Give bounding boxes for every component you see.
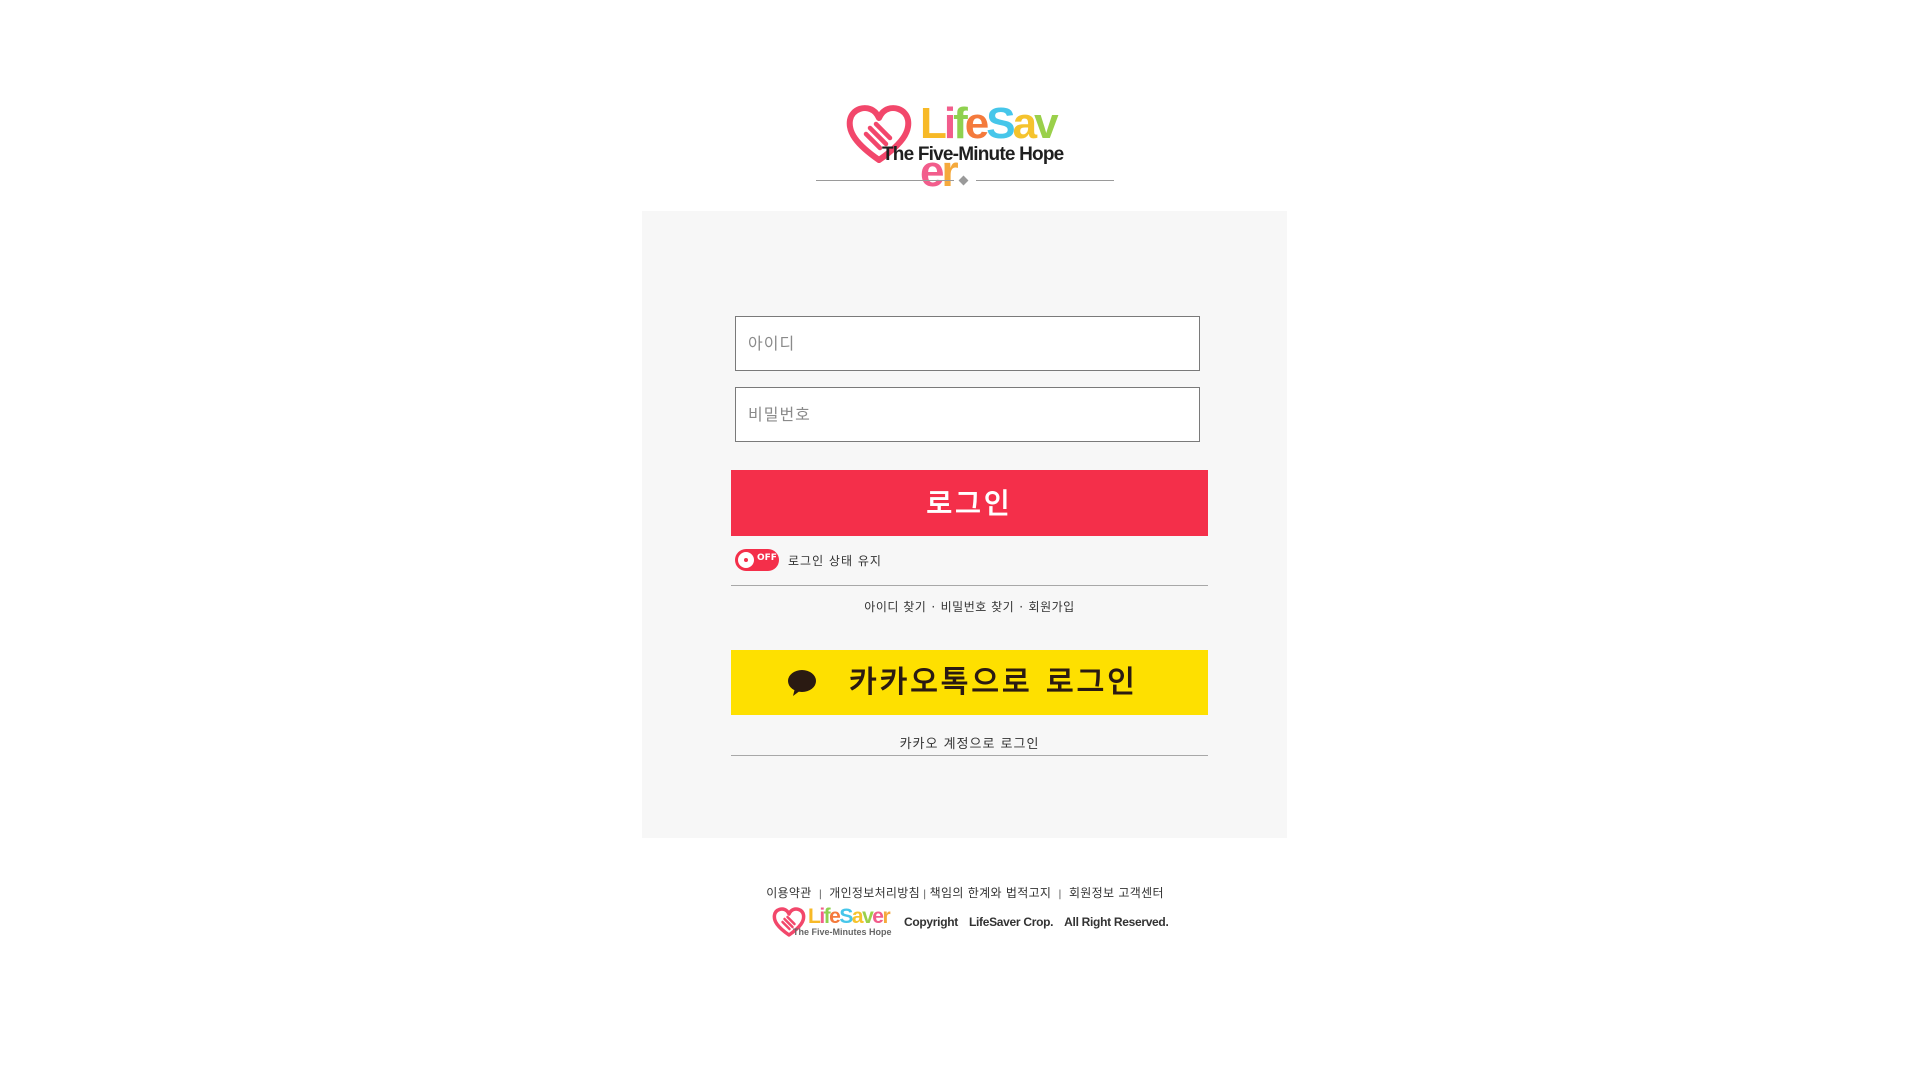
logo-letter: S (839, 905, 853, 928)
divider (731, 755, 1208, 756)
link-separator: · (931, 600, 936, 614)
link-separator: · (1019, 600, 1024, 614)
privacy-policy-link[interactable]: 개인정보처리방침 (829, 886, 920, 900)
logo-letter: f (953, 99, 968, 148)
logo-letter: e (872, 905, 884, 928)
footer-separator: | (1058, 889, 1062, 900)
header-divider (816, 175, 1114, 186)
logo-letter: v (862, 905, 874, 928)
logo-letter: e (829, 905, 841, 928)
keep-login-label[interactable]: 로그인 상태 유지 (788, 552, 882, 569)
footer-links: 이용약관 | 개인정보처리방침 | 책임의 한계와 법적고지 | 회원정보 고객센터 (0, 884, 1920, 901)
keep-login-row: OFF 로그인 상태 유지 (735, 549, 882, 571)
footer-logo: LifeSaver The Five-Minutes Hope (772, 906, 897, 938)
find-password-link[interactable]: 비밀번호 찾기 (941, 600, 1015, 614)
account-links: 아이디 찾기 · 비밀번호 찾기 · 회원가입 (731, 598, 1208, 615)
kakao-account-label: 카카오 계정으로 로그인 (899, 737, 1040, 752)
footer-separator: | (922, 889, 927, 900)
toggle-state-label: OFF (757, 553, 777, 563)
footer-logo-wordmark: LifeSaver (808, 905, 891, 928)
copyright-rights: All Right Reserved. (1064, 915, 1169, 929)
speech-bubble-icon (788, 670, 816, 696)
divider-diamond-icon (958, 175, 969, 186)
divider (731, 585, 1208, 586)
login-button[interactable]: 로그인 (731, 470, 1208, 536)
logo-letter: S (986, 99, 1015, 148)
logo-letter: L (808, 905, 821, 928)
password-input[interactable] (735, 387, 1200, 442)
legal-notice-link[interactable]: 책임의 한계와 법적고지 (930, 886, 1052, 900)
copyright-text: Copyright LifeSaver Crop. All Right Reserv… (904, 915, 1180, 929)
footer-separator: | (818, 889, 823, 900)
toggle-knob (738, 552, 754, 568)
logo-letter: L (920, 99, 947, 148)
logo-letter: r (882, 905, 890, 928)
kakao-login-button[interactable]: 카카오톡으로 로그인 (731, 650, 1208, 715)
copyright-company: LifeSaver Crop. (968, 915, 1054, 929)
id-input[interactable] (735, 316, 1200, 371)
terms-link[interactable]: 이용약관 (766, 886, 811, 900)
footer-logo-tagline: The Five-Minutes Hope (793, 927, 892, 937)
logo-letter: v (1034, 99, 1059, 148)
customer-center-link[interactable]: 회원정보 고객센터 (1069, 886, 1164, 900)
login-panel: 로그인 OFF 로그인 상태 유지 아이디 찾기 · 비밀번호 찾기 · 회원가입 카카… (642, 211, 1287, 838)
header: LifeSaver The Five-Minute Hope (0, 99, 1920, 196)
footer-bottom: LifeSaver The Five-Minutes Hope Copyrigh… (772, 906, 1172, 938)
copyright-label: Copyright (904, 915, 958, 929)
logo-letter: i (943, 99, 956, 148)
signup-link[interactable]: 회원가입 (1029, 600, 1075, 614)
logo-letter: a (851, 905, 864, 928)
kakao-login-label: 카카오톡으로 로그인 (849, 665, 1138, 700)
lifesaver-logo[interactable]: LifeSaver The Five-Minute Hope (846, 99, 1076, 196)
logo-tagline: The Five-Minute Hope (882, 144, 1064, 165)
keep-login-toggle[interactable]: OFF (735, 549, 779, 571)
find-id-link[interactable]: 아이디 찾기 (864, 600, 926, 614)
logo-letter: e (964, 99, 990, 148)
logo-letter: a (1012, 99, 1038, 148)
